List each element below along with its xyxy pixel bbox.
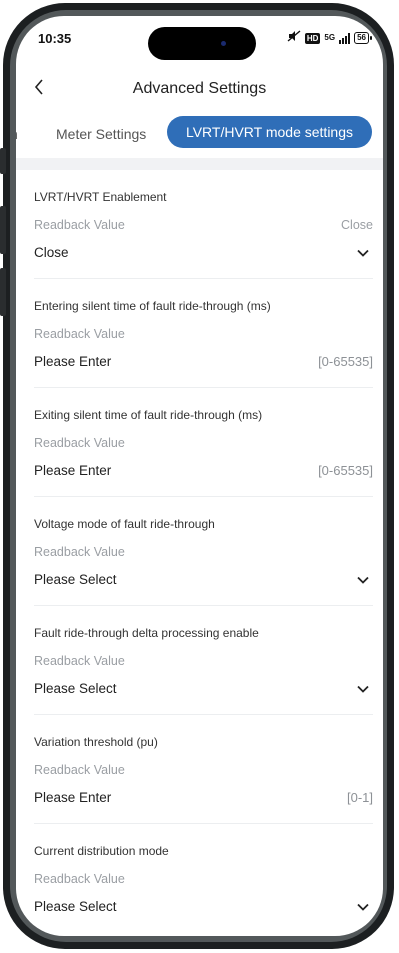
tab-partial[interactable]: n	[16, 126, 18, 142]
text-input[interactable]: Please Enter	[34, 790, 111, 805]
field-title: Voltage mode of fault ride-through	[34, 517, 215, 531]
battery-icon: 56	[354, 32, 372, 44]
list-item: Exiting silent time of fault ride-throug…	[34, 388, 373, 497]
list-item: Current distribution mode Readback Value…	[34, 824, 373, 932]
chevron-down-icon[interactable]	[357, 683, 369, 695]
hd-icon: HD	[304, 32, 321, 44]
section-divider	[16, 158, 383, 170]
list-item: Fault ride-through delta processing enab…	[34, 606, 373, 715]
readback-value: Close	[341, 218, 373, 232]
field-title: Current distribution mode	[34, 844, 169, 858]
app-header: Advanced Settings	[16, 72, 383, 108]
field-title: Exiting silent time of fault ride-throug…	[34, 408, 263, 422]
list-item: Entering silent time of fault ride-throu…	[34, 279, 373, 388]
readback-label: Readback Value	[34, 327, 125, 341]
select-field[interactable]: Please Select	[34, 681, 117, 696]
chevron-down-icon[interactable]	[357, 901, 369, 913]
tab-meter-settings[interactable]: Meter Settings	[56, 126, 146, 142]
dynamic-island	[148, 27, 256, 60]
settings-list: LVRT/HVRT Enablement Readback Value Clos…	[34, 170, 373, 932]
field-title: Entering silent time of fault ride-throu…	[34, 299, 271, 313]
page-title: Advanced Settings	[132, 80, 267, 97]
status-time: 10:35	[38, 31, 72, 46]
readback-label: Readback Value	[34, 763, 125, 777]
camera-dot	[221, 41, 226, 46]
chevron-down-icon[interactable]	[357, 574, 369, 586]
readback-label: Readback Value	[34, 218, 125, 232]
chevron-down-icon[interactable]	[357, 247, 369, 259]
field-title: Fault ride-through delta processing enab…	[34, 626, 259, 640]
range-hint: [0-65535]	[318, 463, 373, 478]
select-field[interactable]: Close	[34, 245, 69, 260]
select-field[interactable]: Please Select	[34, 899, 117, 914]
app-screen: 10:35 HD 5G 56 Advanced Settings n Meter…	[16, 16, 383, 936]
mute-icon	[287, 30, 301, 46]
network-label: 5G	[324, 33, 336, 42]
tab-lvrt-hvrt-mode-settings[interactable]: LVRT/HVRT mode settings	[167, 116, 372, 148]
field-title: LVRT/HVRT Enablement	[34, 190, 167, 204]
readback-label: Readback Value	[34, 654, 125, 668]
range-hint: [0-65535]	[318, 354, 373, 369]
side-button	[0, 268, 6, 316]
range-hint: [0-1]	[346, 790, 373, 805]
status-bar: 10:35 HD 5G 56	[16, 16, 383, 62]
readback-label: Readback Value	[34, 872, 125, 886]
signal-icon	[339, 32, 351, 44]
field-title: Variation threshold (pu)	[34, 735, 158, 749]
side-button	[0, 148, 6, 174]
list-item: Variation threshold (pu) Readback Value …	[34, 715, 373, 824]
select-field[interactable]: Please Select	[34, 572, 117, 587]
readback-label: Readback Value	[34, 436, 125, 450]
list-item: Voltage mode of fault ride-through Readb…	[34, 497, 373, 606]
status-icons: HD 5G 56	[287, 30, 372, 46]
text-input[interactable]: Please Enter	[34, 354, 111, 369]
list-item: LVRT/HVRT Enablement Readback Value Clos…	[34, 170, 373, 279]
tab-bar: n Meter Settings LVRT/HVRT mode settings	[16, 116, 383, 152]
text-input[interactable]: Please Enter	[34, 463, 111, 478]
readback-label: Readback Value	[34, 545, 125, 559]
side-button	[0, 206, 6, 254]
